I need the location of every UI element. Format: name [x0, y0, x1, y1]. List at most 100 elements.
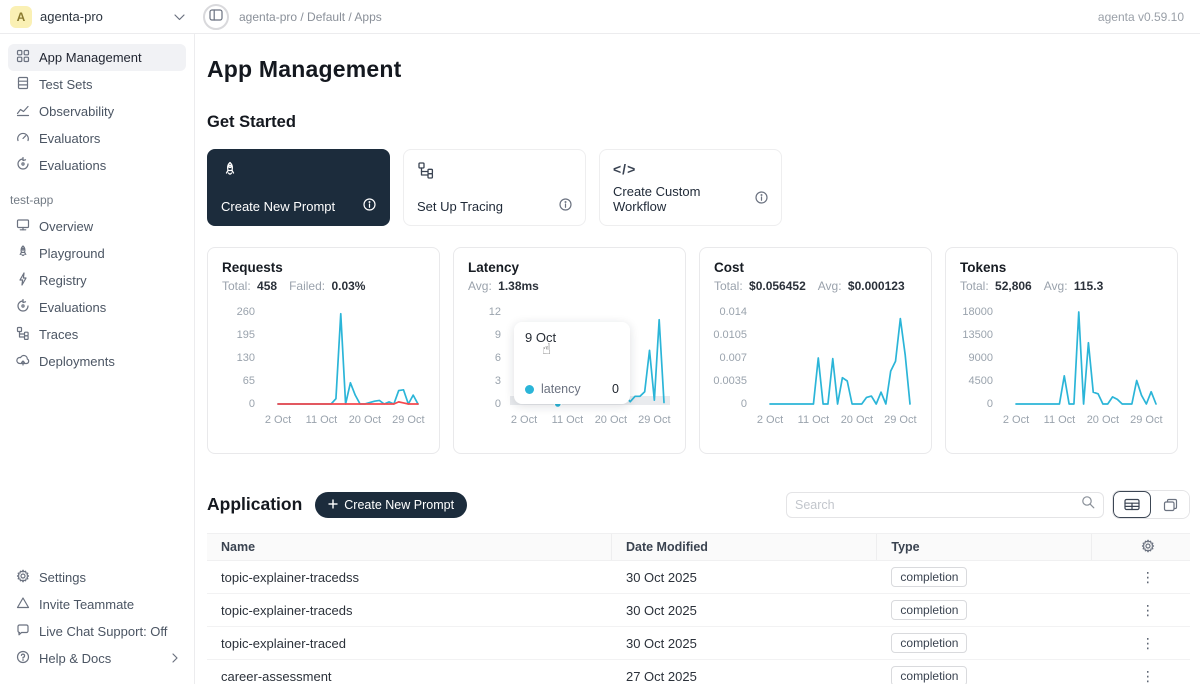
column-header-name[interactable]: Name: [207, 534, 612, 560]
sidebar-item-live-chat-support[interactable]: Live Chat Support: Off: [8, 618, 186, 645]
row-menu-icon[interactable]: ⋮: [1106, 569, 1190, 586]
sidebar-group-label: test-app: [10, 193, 186, 207]
table-row[interactable]: career-assessment 27 Oct 2025 completion…: [207, 660, 1190, 684]
search-icon[interactable]: [1081, 495, 1095, 514]
gear-icon[interactable]: [1141, 539, 1155, 556]
sidebar-collapse-button[interactable]: [203, 4, 229, 30]
sidebar-item-label: Evaluations: [39, 300, 178, 315]
tokens-chart-card: Tokens Total: 52,806Avg: 115.3 045009000…: [945, 247, 1178, 454]
workspace-selector[interactable]: A agenta-pro: [0, 6, 195, 28]
create-new-prompt-card[interactable]: Create New Prompt: [207, 149, 390, 226]
sidebar-item-label: Evaluators: [39, 131, 178, 146]
sidebar-item-app-management[interactable]: App Management: [8, 44, 186, 71]
table-view-button[interactable]: [1113, 491, 1151, 518]
column-header-date-modified[interactable]: Date Modified: [612, 534, 877, 560]
sidebar-item-label: Test Sets: [39, 77, 178, 92]
row-menu-icon[interactable]: ⋮: [1106, 668, 1190, 684]
app-date: 30 Oct 2025: [612, 636, 877, 651]
app-date: 27 Oct 2025: [612, 669, 877, 684]
chart-stats: Total: 52,806Avg: 115.3: [960, 279, 1163, 293]
card-label: Set Up Tracing: [417, 199, 503, 214]
sidebar-item-evaluators[interactable]: Evaluators: [8, 125, 186, 152]
create-custom-workflow-card[interactable]: </> Create Custom Workflow: [599, 149, 782, 226]
application-heading: Application: [207, 494, 302, 515]
set-up-tracing-card[interactable]: Set Up Tracing: [403, 149, 586, 226]
chart-title: Tokens: [960, 260, 1163, 275]
sidebar-item-registry[interactable]: Registry: [8, 267, 186, 294]
hand-cursor-icon: ☝: [542, 340, 551, 358]
sidebar-item-label: Live Chat Support: Off: [39, 624, 178, 639]
sidebar-item-help-docs[interactable]: Help & Docs: [8, 645, 186, 672]
sidebar-item-deployments[interactable]: Deployments: [8, 348, 186, 375]
monitor-icon: [16, 218, 30, 235]
chart-plot[interactable]: [1002, 306, 1162, 412]
app-version-label: agenta v0.59.10: [1098, 10, 1200, 24]
info-icon[interactable]: [559, 198, 572, 214]
sidebar-item-test-sets[interactable]: Test Sets: [8, 71, 186, 98]
column-header-type[interactable]: Type: [877, 534, 1091, 560]
series-dot-icon: [525, 385, 534, 394]
info-icon[interactable]: [363, 198, 376, 214]
workspace-name: agenta-pro: [40, 9, 166, 24]
chart-title: Latency: [468, 260, 671, 275]
row-menu-icon[interactable]: ⋮: [1106, 602, 1190, 619]
y-axis: 00.00350.0070.01050.014: [714, 306, 756, 412]
chat-bubble-icon: [16, 623, 30, 640]
type-badge: completion: [891, 600, 967, 620]
search-input[interactable]: [795, 498, 1081, 512]
chart-stat: Total: $0.056452: [714, 279, 806, 293]
sidebar-item-label: Overview: [39, 219, 178, 234]
app-name: topic-explainer-traceds: [207, 603, 612, 618]
cloud-upload-icon: [16, 353, 30, 370]
y-axis: 036912: [468, 306, 510, 412]
chart-stat: Failed: 0.03%: [289, 279, 365, 293]
sidebar-item-evaluations[interactable]: Evaluations: [8, 152, 186, 179]
sidebar-item-app-evaluations[interactable]: Evaluations: [8, 294, 186, 321]
chart-plot[interactable]: [264, 306, 424, 412]
sidebar-item-traces[interactable]: Traces: [8, 321, 186, 348]
type-badge: completion: [891, 567, 967, 587]
create-new-prompt-button[interactable]: Create New Prompt: [315, 492, 467, 518]
search-box[interactable]: [786, 492, 1104, 518]
chart-stat: Avg: 1.38ms: [468, 279, 539, 293]
cost-chart-card: Cost Total: $0.056452Avg: $0.000123 00.0…: [699, 247, 932, 454]
sidebar-item-settings[interactable]: Settings: [8, 564, 186, 591]
sidebar-item-observability[interactable]: Observability: [8, 98, 186, 125]
app-date: 30 Oct 2025: [612, 603, 877, 618]
breadcrumb[interactable]: agenta-pro / Default / Apps: [239, 10, 382, 24]
tooltip-series-label: latency: [541, 382, 581, 396]
refresh-circle-icon: [16, 299, 30, 316]
sidebar-item-invite-teammate[interactable]: Invite Teammate: [8, 591, 186, 618]
info-icon[interactable]: [755, 191, 768, 207]
table-row[interactable]: topic-explainer-traced 30 Oct 2025 compl…: [207, 627, 1190, 660]
get-started-heading: Get Started: [207, 113, 1190, 132]
applications-table: Name Date Modified Type topic-explainer-…: [207, 533, 1190, 684]
chevron-right-icon: [172, 651, 178, 666]
table-row[interactable]: topic-explainer-traceds 30 Oct 2025 comp…: [207, 594, 1190, 627]
sidebar-item-label: Evaluations: [39, 158, 178, 173]
collapse-sidebar-icon: [209, 8, 223, 26]
tree-branch-icon: [417, 161, 572, 184]
sidebar-item-label: Registry: [39, 273, 178, 288]
chart-stat: Total: 458: [222, 279, 277, 293]
sidebar-item-playground[interactable]: Playground: [8, 240, 186, 267]
sidebar-item-overview[interactable]: Overview: [8, 213, 186, 240]
chart-title: Requests: [222, 260, 425, 275]
table-rows-icon: [16, 76, 30, 93]
column-settings[interactable]: [1092, 534, 1190, 560]
sidebar-item-label: Deployments: [39, 354, 178, 369]
tooltip-date: 9 Oct: [525, 330, 619, 345]
gauge-icon: [16, 130, 30, 147]
chart-stat: Total: 52,806: [960, 279, 1032, 293]
sidebar-item-label: Settings: [39, 570, 178, 585]
plus-icon: [328, 498, 338, 512]
row-menu-icon[interactable]: ⋮: [1106, 635, 1190, 652]
triangle-icon: [16, 596, 30, 613]
card-view-button[interactable]: [1151, 491, 1189, 518]
table-row[interactable]: topic-explainer-tracedss 30 Oct 2025 com…: [207, 561, 1190, 594]
requests-chart-card: Requests Total: 458Failed: 0.03% 0651301…: [207, 247, 440, 454]
sidebar-item-label: Traces: [39, 327, 178, 342]
tree-branch-icon: [16, 326, 30, 343]
tooltip-value: 0: [612, 382, 619, 396]
chart-plot[interactable]: [756, 306, 916, 412]
